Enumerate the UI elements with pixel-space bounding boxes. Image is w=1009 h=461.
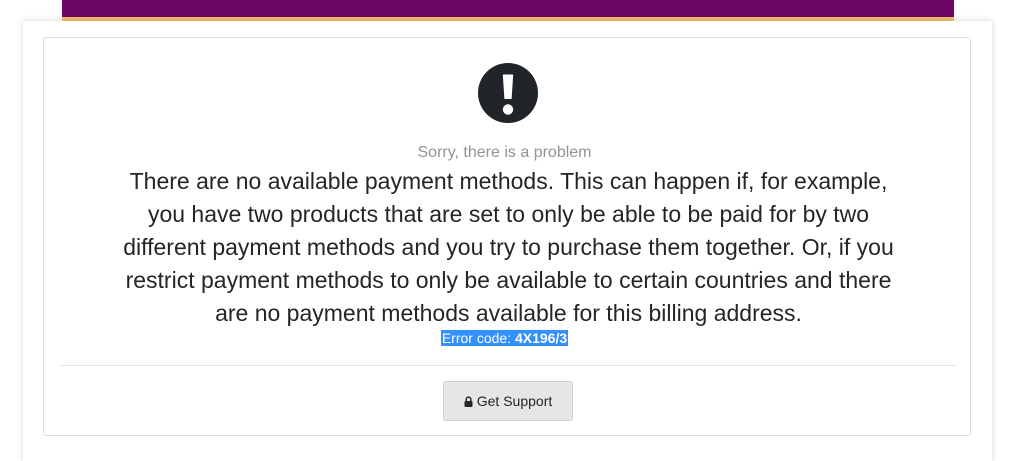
error-code-label: Error code: <box>441 330 512 346</box>
error-code-line: Error code: 4X196/3 <box>0 330 1009 347</box>
error-code-value: 4X196/3 <box>514 330 568 346</box>
get-support-button[interactable]: Get Support <box>443 381 573 421</box>
exclamation-circle-icon <box>478 63 538 123</box>
get-support-label: Get Support <box>476 393 553 409</box>
problem-subtitle: Sorry, there is a problem <box>417 144 592 161</box>
error-code-selection: Error code: 4X196/3 <box>440 330 569 346</box>
error-message: There are no available payment methods. … <box>123 168 894 326</box>
lock-icon <box>464 396 473 407</box>
card-divider <box>60 365 957 366</box>
top-header-bar <box>62 0 954 17</box>
